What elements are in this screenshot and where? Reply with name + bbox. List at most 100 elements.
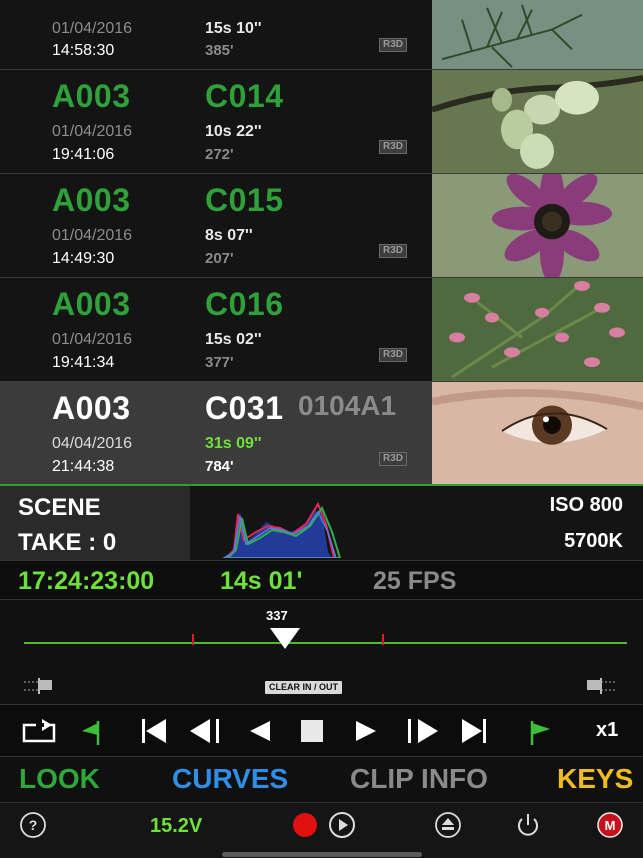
r3d-badge: R3D [379,452,407,466]
stop-icon [301,720,323,742]
clip-info: A003 C031 0104A1 04/04/2016 21:44:38 31s… [0,382,432,484]
scene-take-box[interactable]: SCENE TAKE : 0 [0,486,190,560]
clip-info: 01/04/2016 14:58:30 15s 10'' 385' R3D [0,0,432,69]
clip-frames: 784' [205,458,234,475]
timeline-track[interactable] [24,642,627,644]
loop-button[interactable] [22,715,58,747]
skip-end-button[interactable] [456,715,492,747]
timecode-row: 17:24:23:00 14s 01' 25 FPS [0,560,643,600]
m-badge-button[interactable]: M [596,811,624,839]
tab-keys[interactable]: KEYS [557,763,633,795]
skip-start-button[interactable] [136,715,172,747]
current-duration: 14s 01' [220,567,303,595]
mark-in-icon [82,721,100,745]
purple-daisy-image [432,174,643,277]
battery-voltage: 15.2V [150,815,203,837]
clip-row[interactable]: A003 C016 01/04/2016 19:41:34 15s 02'' 3… [0,278,643,382]
pink-blossoms-image [432,278,643,381]
loop-icon [22,719,56,743]
clip-name: C015 [205,182,284,218]
svg-text:M: M [605,818,616,833]
clip-row-selected[interactable]: A003 C031 0104A1 04/04/2016 21:44:38 31s… [0,382,643,486]
svg-text:?: ? [29,817,38,833]
playhead-handle[interactable] [270,628,300,649]
reel-name: A003 [52,78,131,114]
clip-frames: 385' [205,42,234,59]
eject-button[interactable] [434,811,462,839]
clip-info: A003 C016 01/04/2016 19:41:34 15s 02'' 3… [0,278,432,381]
clip-thumbnail [432,278,643,381]
metadata-panel: SCENE TAKE : 0 ISO 800 5700K [0,486,643,560]
stop-button[interactable] [294,715,330,747]
record-button[interactable] [291,811,319,839]
clip-name: C031 [205,390,284,426]
r3d-badge: R3D [379,38,407,52]
clip-frames: 377' [205,354,234,371]
take-label: TAKE : 0 [18,529,117,556]
tab-look[interactable]: LOOK [19,763,100,795]
eye-closeup-image [432,382,643,484]
help-icon: ? [20,812,46,838]
clip-time: 19:41:06 [52,146,115,163]
iso-value: ISO 800 [549,494,623,516]
clip-date: 01/04/2016 [52,331,133,348]
set-in-flag-icon[interactable] [22,676,54,696]
playhead-frame: 337 [266,608,288,623]
pine-needles-image [432,0,643,69]
mark-in-button[interactable] [78,715,114,747]
clip-time: 14:49:30 [52,250,115,267]
clip-row[interactable]: A003 C014 01/04/2016 19:41:06 10s 22'' 2… [0,70,643,174]
clip-row[interactable]: 01/04/2016 14:58:30 15s 10'' 385' R3D [0,0,643,70]
clip-time: 19:41:34 [52,354,115,371]
clip-list: 01/04/2016 14:58:30 15s 10'' 385' R3D A0… [0,0,643,486]
play-reverse-icon [250,721,270,741]
play-reverse-button[interactable] [242,715,278,747]
eject-icon [435,812,461,838]
histogram [222,501,342,558]
power-icon [518,814,538,836]
clip-info: A003 C014 01/04/2016 19:41:06 10s 22'' 2… [0,70,432,173]
flower-buds-image [432,70,643,173]
clip-date: 01/04/2016 [52,20,133,37]
clip-extra-id: 0104A1 [298,390,397,421]
playback-speed[interactable]: x1 [596,719,618,742]
reel-name: A003 [52,390,131,426]
clip-duration: 10s 22'' [205,123,262,140]
skip-end-icon [462,719,486,743]
fps-value: 25 FPS [373,567,457,595]
clip-thumbnail [432,382,643,484]
clip-frames: 272' [205,146,234,163]
set-out-flag-icon[interactable] [585,676,617,696]
clear-in-out-button[interactable]: CLEAR IN / OUT [265,681,342,694]
clip-name: C014 [205,78,284,114]
transport-controls: x1 [0,704,643,756]
in-point-marker[interactable] [192,634,194,645]
tab-clip-info[interactable]: CLIP INFO [350,763,488,795]
reel-name: A003 [52,182,131,218]
tab-curves[interactable]: CURVES [172,763,288,795]
tab-bar: LOOK CURVES CLIP INFO KEYS [0,756,643,802]
step-forward-icon [408,719,438,743]
help-button[interactable]: ? [19,811,47,839]
skip-start-icon [142,719,166,743]
step-forward-button[interactable] [404,715,440,747]
scene-label: SCENE [18,494,101,521]
step-back-icon [190,719,219,743]
play-circle-button[interactable] [328,811,356,839]
clip-info: A003 C015 01/04/2016 14:49:30 8s 07'' 20… [0,174,432,277]
clip-row[interactable]: A003 C015 01/04/2016 14:49:30 8s 07'' 20… [0,174,643,278]
clip-thumbnail [432,174,643,277]
status-bar: ? 15.2V M [0,802,643,858]
white-balance-value: 5700K [564,530,623,552]
step-back-button[interactable] [188,715,224,747]
out-point-marker[interactable] [382,634,384,645]
timeline[interactable]: 337 CLEAR IN / OUT [0,600,643,704]
power-button[interactable] [514,811,542,839]
clip-time: 14:58:30 [52,42,115,59]
mark-out-button[interactable] [522,715,558,747]
clip-duration: 15s 10'' [205,20,262,37]
clip-time: 21:44:38 [52,458,115,475]
clip-duration: 8s 07'' [205,227,253,244]
clip-frames: 207' [205,250,234,267]
play-button[interactable] [348,715,384,747]
